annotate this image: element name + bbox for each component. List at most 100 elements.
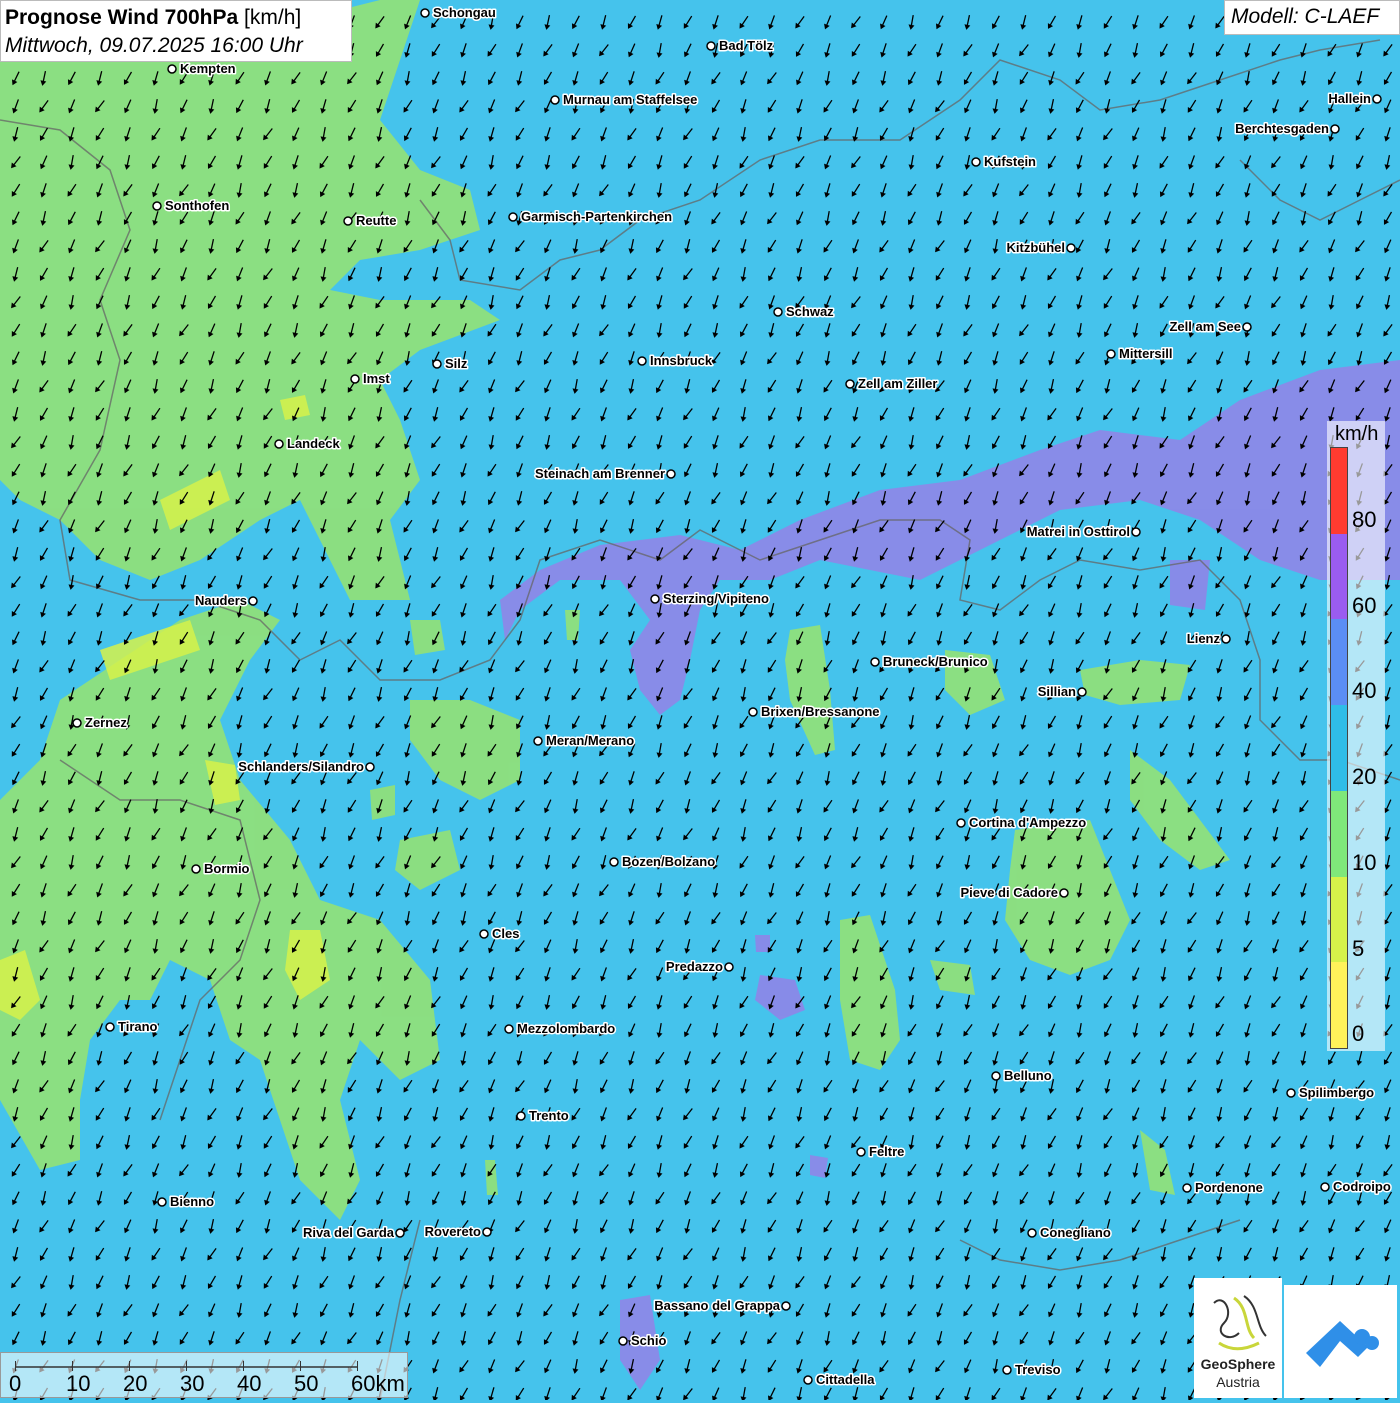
scale-tick-label: 10 — [66, 1371, 90, 1397]
city-dot — [1373, 95, 1381, 103]
city-label: Codroipo — [1333, 1179, 1391, 1194]
city-dot — [782, 1302, 790, 1310]
city-label: Bad Tölz — [719, 38, 774, 53]
color-legend: km/h 806040201050 — [1327, 421, 1385, 1051]
scale-tick — [300, 1361, 301, 1371]
city-label: Garmisch-Partenkirchen — [521, 209, 672, 224]
city-marker: Spilimbergo — [1287, 1085, 1374, 1100]
city-label: Sillian — [1038, 684, 1076, 699]
city-marker: Innsbruck — [638, 353, 713, 368]
city-marker: Meran/Merano — [534, 733, 634, 748]
scale-tick — [72, 1361, 73, 1371]
city-dot — [1067, 244, 1075, 252]
legend-unit: km/h — [1335, 423, 1378, 446]
city-label: Kufstein — [984, 154, 1036, 169]
city-dot — [106, 1023, 114, 1031]
city-label: Schongau — [433, 5, 496, 20]
scale-ruler — [1, 1353, 409, 1399]
city-label: Murnau am Staffelsee — [563, 92, 697, 107]
city-label: Bozen/Bolzano — [622, 854, 715, 869]
legend-colorbar — [1330, 447, 1348, 1049]
city-marker: Sterzing/Vipiteno — [651, 591, 769, 606]
city-label: Cortina d'Ampezzo — [969, 815, 1086, 830]
city-label: Berchtesgaden — [1235, 121, 1329, 136]
city-label: Bruneck/Brunico — [883, 654, 988, 669]
city-dot — [351, 375, 359, 383]
city-dot — [509, 213, 517, 221]
map-title-box: Prognose Wind 700hPa [km/h] Mittwoch, 09… — [0, 0, 352, 62]
scale-tick-label: 40 — [237, 1371, 261, 1397]
city-dot — [73, 719, 81, 727]
city-label: Pordenone — [1195, 1180, 1263, 1195]
legend-label: 10 — [1352, 850, 1376, 876]
legend-label: 5 — [1352, 936, 1364, 962]
city-label: Sonthofen — [165, 198, 229, 213]
city-label: Nauders — [195, 593, 247, 608]
city-label: Reutte — [356, 213, 396, 228]
city-marker: Sonthofen — [153, 198, 229, 213]
city-dot — [707, 42, 715, 50]
city-label: Conegliano — [1040, 1225, 1111, 1240]
city-dot — [1060, 889, 1068, 897]
city-label: Imst — [363, 371, 390, 386]
legend-segment — [1331, 791, 1347, 878]
scale-tick-label: 60km — [351, 1371, 405, 1397]
scale-bar: 0102030405060km — [0, 1352, 408, 1398]
city-dot — [534, 737, 542, 745]
city-dot — [1331, 125, 1339, 133]
city-marker: Zell am See — [1169, 319, 1251, 334]
city-dot — [1287, 1089, 1295, 1097]
scale-tick-label: 30 — [180, 1371, 204, 1397]
city-dot — [1183, 1184, 1191, 1192]
city-label: Hallein — [1328, 91, 1371, 106]
city-dot — [1107, 350, 1115, 358]
city-dot — [1003, 1366, 1011, 1374]
city-dot — [846, 380, 854, 388]
legend-segment — [1331, 705, 1347, 792]
city-dot — [249, 597, 257, 605]
city-marker: Garmisch-Partenkirchen — [509, 209, 672, 224]
city-label: Bormio — [204, 861, 250, 876]
city-label: Cles — [492, 926, 519, 941]
logo-name-line2: Austria — [1194, 1374, 1282, 1390]
city-label: Predazzo — [666, 959, 723, 974]
mountain-cloud-icon — [1284, 1285, 1397, 1398]
city-dot — [1243, 323, 1251, 331]
city-label: Schlanders/Silandro — [238, 759, 364, 774]
city-dot — [610, 858, 618, 866]
city-dot — [480, 930, 488, 938]
city-dot — [505, 1025, 513, 1033]
scale-tick-label: 20 — [123, 1371, 147, 1397]
city-dot — [857, 1148, 865, 1156]
city-label: Rovereto — [425, 1224, 481, 1239]
city-label: Mittersill — [1119, 346, 1172, 361]
scale-tick — [15, 1361, 16, 1371]
city-dot — [972, 158, 980, 166]
city-marker: Schongau — [421, 5, 496, 20]
city-dot — [1222, 635, 1230, 643]
legend-label: 80 — [1352, 507, 1376, 533]
wetter-app-logo — [1284, 1285, 1397, 1398]
city-marker: Berchtesgaden — [1235, 121, 1339, 136]
city-dot — [774, 308, 782, 316]
city-dot — [153, 202, 161, 210]
title-unit: [km/h] — [238, 6, 301, 29]
city-dot — [667, 470, 675, 478]
city-label: Belluno — [1004, 1068, 1052, 1083]
legend-label: 0 — [1352, 1021, 1364, 1047]
logo-name-line1: GeoSphere — [1194, 1356, 1282, 1372]
city-label: Bassano del Grappa — [654, 1298, 780, 1313]
city-marker: Bassano del Grappa — [654, 1298, 790, 1313]
city-label: Schio — [631, 1333, 666, 1348]
city-dot — [749, 708, 757, 716]
city-dot — [366, 763, 374, 771]
city-dot — [344, 217, 352, 225]
map-title: Prognose Wind 700hPa [km/h] — [5, 4, 347, 32]
title-main: Prognose Wind 700hPa — [5, 6, 238, 29]
city-label: Treviso — [1015, 1362, 1061, 1377]
city-label: Zernez — [85, 715, 127, 730]
city-dot — [957, 819, 965, 827]
city-dot — [396, 1229, 404, 1237]
wind-map: SchongauKemptenBad TölzMurnau am Staffel… — [0, 0, 1400, 1400]
city-label: Pieve di Cadore — [960, 885, 1058, 900]
